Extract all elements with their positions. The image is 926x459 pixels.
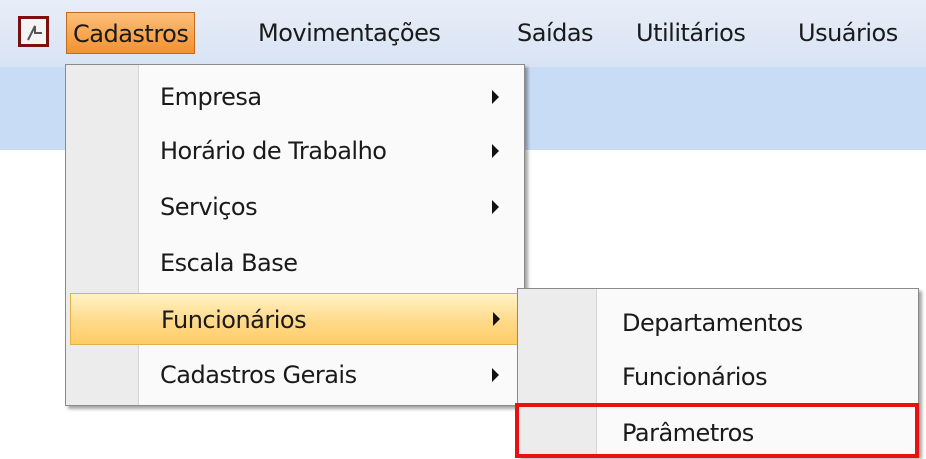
menu-item-label: Horário de Trabalho <box>160 137 387 165</box>
menu-item-empresa[interactable]: Empresa <box>66 71 524 123</box>
menu-item-parametros[interactable]: Parâmetros <box>518 407 918 459</box>
menu-movimentacoes[interactable]: Movimentações <box>252 12 446 54</box>
menu-item-label: Parâmetros <box>622 419 754 447</box>
menu-item-label: Funcionários <box>622 363 768 391</box>
submenu-arrow-icon <box>492 144 499 158</box>
menu-usuarios[interactable]: Usuários <box>792 12 904 54</box>
menu-item-label: Empresa <box>160 83 262 111</box>
app-logo-icon <box>27 25 42 41</box>
menu-item-horario-de-trabalho[interactable]: Horário de Trabalho <box>66 125 524 177</box>
menu-item-funcionarios-sub[interactable]: Funcionários <box>518 351 918 403</box>
submenu-arrow-icon <box>492 368 499 382</box>
menu-item-label: Departamentos <box>622 309 803 337</box>
submenu-arrow-icon <box>492 200 499 214</box>
funcionarios-submenu: Departamentos Funcionários Parâmetros <box>517 288 919 456</box>
menu-item-escala-base[interactable]: Escala Base <box>66 237 524 289</box>
menu-item-servicos[interactable]: Serviços <box>66 181 524 233</box>
menu-bar: Cadastros Movimentações Saídas Utilitári… <box>0 0 926 67</box>
menu-item-funcionarios[interactable]: Funcionários <box>70 293 520 345</box>
cadastros-dropdown: Empresa Horário de Trabalho Serviços Esc… <box>65 64 525 406</box>
menu-utilitarios[interactable]: Utilitários <box>630 12 751 54</box>
menu-item-label: Cadastros Gerais <box>160 361 357 389</box>
menu-item-label: Funcionários <box>161 306 307 334</box>
menu-cadastros[interactable]: Cadastros <box>66 12 196 54</box>
submenu-arrow-icon <box>493 312 500 326</box>
menu-item-departamentos[interactable]: Departamentos <box>518 297 918 349</box>
app-icon[interactable] <box>18 16 49 47</box>
submenu-arrow-icon <box>492 90 499 104</box>
menu-saidas[interactable]: Saídas <box>511 12 599 54</box>
menu-item-label: Escala Base <box>160 249 298 277</box>
menu-item-label: Serviços <box>160 193 258 221</box>
menu-item-cadastros-gerais[interactable]: Cadastros Gerais <box>66 349 524 401</box>
